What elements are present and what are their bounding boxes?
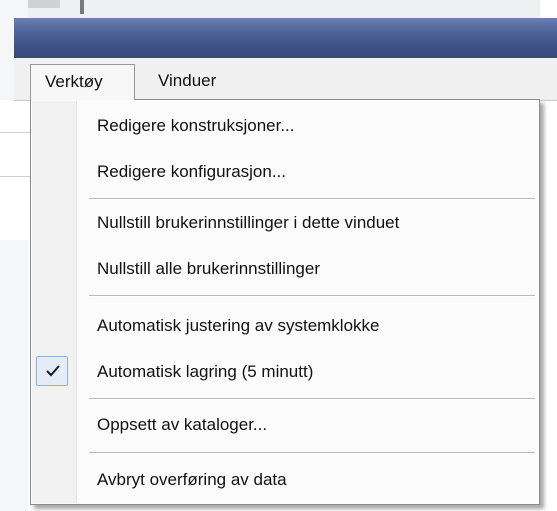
menu-tab-label: Vinduer	[158, 71, 217, 90]
background-window-edge	[0, 0, 557, 19]
background-window-divider	[80, 0, 84, 14]
menu-item-reset-all-settings[interactable]: Nullstill alle brukerinnstillinger	[32, 251, 538, 287]
menu-item-directory-setup[interactable]: Oppsett av kataloger...	[32, 407, 538, 443]
menu-separator	[89, 198, 535, 200]
menu-item-label: Nullstill brukerinnstillinger i dette vi…	[97, 213, 400, 232]
checkmark-icon	[46, 365, 60, 377]
menu-item-reset-window-settings[interactable]: Nullstill brukerinnstillinger i dette vi…	[32, 205, 538, 241]
menubar: Verktøy Vinduer	[14, 58, 557, 101]
window-titlebar[interactable]	[14, 18, 557, 58]
menu-item-edit-constructions[interactable]: Redigere konstruksjoner...	[32, 108, 538, 144]
menu-separator	[89, 452, 535, 454]
menu-item-label: Oppsett av kataloger...	[97, 415, 268, 434]
menu-tab-vinduer[interactable]: Vinduer	[156, 64, 256, 100]
menu-tab-verktoy[interactable]: Verktøy	[30, 64, 135, 100]
menu-item-auto-save[interactable]: Automatisk lagring (5 minutt)	[32, 354, 538, 390]
menu-item-label: Redigere konstruksjoner...	[97, 116, 295, 135]
menu-item-label: Automatisk lagring (5 minutt)	[97, 362, 314, 381]
menu-separator	[89, 295, 535, 297]
tools-dropdown-menu: Redigere konstruksjoner... Redigere konf…	[30, 99, 540, 505]
checked-indicator	[36, 356, 68, 386]
menu-item-label: Redigere konfigurasjon...	[97, 162, 287, 181]
menu-item-label: Nullstill alle brukerinnstillinger	[97, 259, 320, 278]
menu-separator	[89, 398, 535, 400]
menu-item-auto-clock-sync[interactable]: Automatisk justering av systemklokke	[32, 308, 538, 344]
menu-item-abort-transfer[interactable]: Avbryt overføring av data	[32, 462, 538, 498]
menu-item-edit-configuration[interactable]: Redigere konfigurasjon...	[32, 154, 538, 190]
menu-tab-label: Verktøy	[45, 72, 103, 91]
menu-item-label: Automatisk justering av systemklokke	[97, 316, 380, 335]
menu-item-label: Avbryt overføring av data	[97, 470, 287, 489]
